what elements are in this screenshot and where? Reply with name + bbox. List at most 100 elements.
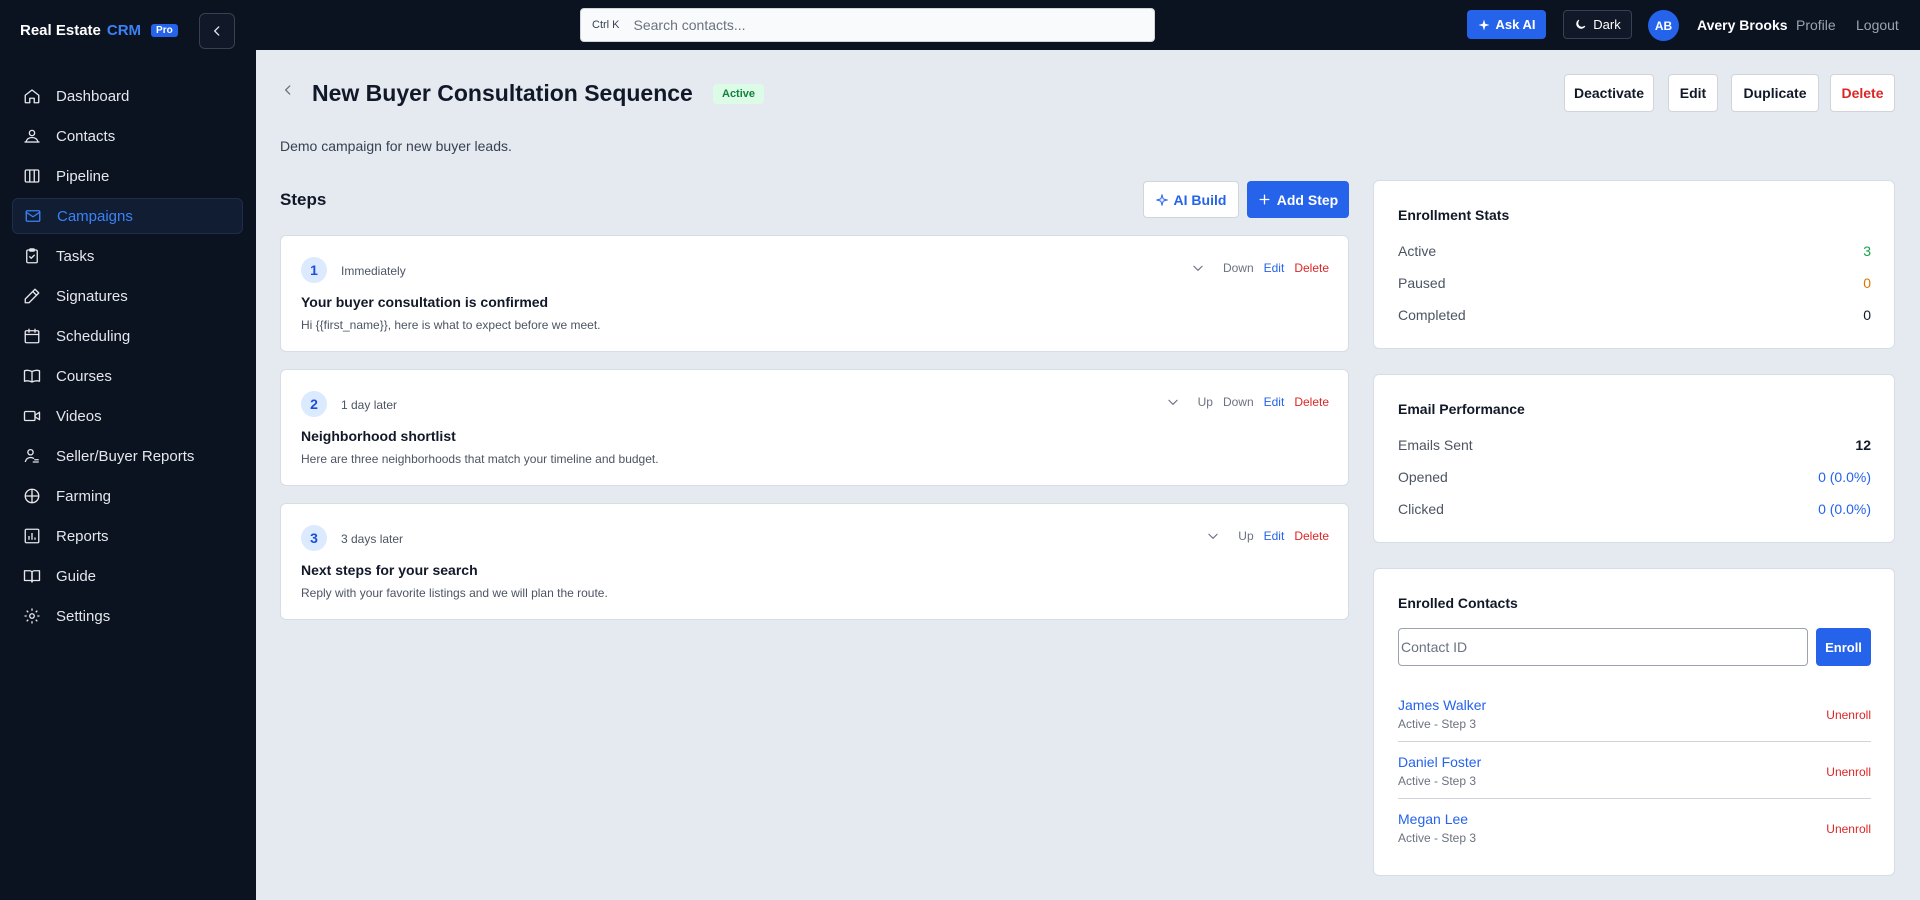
delete-step-button[interactable]: Delete <box>1294 529 1329 543</box>
stat-label: Paused <box>1398 275 1446 291</box>
sidebar-item-videos[interactable]: Videos <box>12 398 243 434</box>
enrollment-stats-title: Enrollment Stats <box>1398 207 1510 223</box>
sidebar-item-label: Farming <box>56 487 112 505</box>
sidebar-item-signatures[interactable]: Signatures <box>12 278 243 314</box>
delete-step-button[interactable]: Delete <box>1294 261 1329 275</box>
duplicate-button[interactable]: Duplicate <box>1731 74 1819 112</box>
sidebar-item-contacts[interactable]: Contacts <box>12 118 243 154</box>
expand-step-button[interactable] <box>1166 395 1180 409</box>
sidebar-item-campaigns[interactable]: Campaigns <box>12 198 243 234</box>
page-title: New Buyer Consultation Sequence <box>312 80 693 106</box>
list-item: Megan Lee Active - Step 3 Unenroll <box>1398 799 1871 856</box>
sidebar-item-guide[interactable]: Guide <box>12 558 243 594</box>
brand-crm: CRM <box>106 22 142 39</box>
contact-id-input[interactable] <box>1398 628 1808 666</box>
move-up-button[interactable]: Up <box>1238 529 1253 543</box>
campaign-description: Demo campaign for new buyer leads. <box>280 138 512 154</box>
step-card: 2 1 day later Neighborhood shortlist Her… <box>280 369 1349 486</box>
step-actions: Up Edit Delete <box>1206 529 1329 543</box>
add-step-button[interactable]: Add Step <box>1247 181 1349 218</box>
sidebar-item-farming[interactable]: Farming <box>12 478 243 514</box>
edit-button[interactable]: Edit <box>1668 74 1718 112</box>
delete-button[interactable]: Delete <box>1830 74 1895 112</box>
sidebar-item-courses[interactable]: Courses <box>12 358 243 394</box>
step-actions: Up Down Edit Delete <box>1166 395 1329 409</box>
stat-label: Opened <box>1398 469 1448 485</box>
back-button[interactable] <box>281 83 295 102</box>
sidebar-item-label: Dashboard <box>56 87 130 105</box>
move-down-button[interactable]: Down <box>1223 395 1254 409</box>
logout-link[interactable]: Logout <box>1856 17 1899 33</box>
chevron-left-icon <box>285 85 291 95</box>
search-box[interactable]: Ctrl K <box>580 8 1155 42</box>
move-up-button[interactable]: Up <box>1198 395 1213 409</box>
unenroll-button[interactable]: Unenroll <box>1826 765 1871 779</box>
sidebar-item-settings[interactable]: Settings <box>12 598 243 634</box>
bar-chart-icon <box>22 526 42 546</box>
sidebar-item-dashboard[interactable]: Dashboard <box>12 78 243 114</box>
deactivate-button[interactable]: Deactivate <box>1564 74 1654 112</box>
stat-row: Emails Sent 12 <box>1398 437 1871 453</box>
unenroll-button[interactable]: Unenroll <box>1826 822 1871 836</box>
ask-ai-button[interactable]: Ask AI <box>1467 10 1546 39</box>
sidebar-item-label: Guide <box>56 567 97 585</box>
enrollment-stats-card: Enrollment Stats Active 3 Paused 0 Compl… <box>1373 180 1895 349</box>
status-badge: Active <box>713 84 765 104</box>
sidebar-item-pipeline[interactable]: Pipeline <box>12 158 243 194</box>
contact-name-link[interactable]: James Walker <box>1398 697 1486 713</box>
edit-step-button[interactable]: Edit <box>1264 395 1285 409</box>
add-step-label: Add Step <box>1276 191 1339 208</box>
user-name: Avery Brooks <box>1697 17 1788 33</box>
ai-build-button[interactable]: AI Build <box>1143 181 1239 218</box>
delete-step-button[interactable]: Delete <box>1294 395 1329 409</box>
step-actions: Down Edit Delete <box>1191 261 1329 275</box>
unenroll-button[interactable]: Unenroll <box>1826 708 1871 722</box>
step-delay: 1 day later <box>341 398 398 412</box>
sidebar: Real Estate CRM Pro Dashboard Contacts P… <box>0 0 256 900</box>
stat-label: Active <box>1398 243 1437 259</box>
step-preview: Reply with your favorite listings and we… <box>301 586 608 600</box>
contact-name-link[interactable]: Daniel Foster <box>1398 754 1481 770</box>
avatar[interactable]: AB <box>1648 10 1679 41</box>
expand-step-button[interactable] <box>1206 529 1220 543</box>
enrolled-contacts-card: Enrolled Contacts Enroll James Walker Ac… <box>1373 568 1895 876</box>
stat-row: Paused 0 <box>1398 275 1871 291</box>
enroll-button[interactable]: Enroll <box>1816 628 1871 666</box>
chevron-down-icon <box>1167 399 1178 405</box>
step-subject: Neighborhood shortlist <box>301 428 456 444</box>
sidebar-item-reports[interactable]: Reports <box>12 518 243 554</box>
sidebar-item-label: Contacts <box>56 127 116 145</box>
sidebar-item-label: Pipeline <box>56 167 110 185</box>
contact-name-link[interactable]: Megan Lee <box>1398 811 1468 827</box>
pen-icon <box>22 286 42 306</box>
search-shortcut-hint: Ctrl K <box>592 19 620 31</box>
calendar-icon <box>22 326 42 346</box>
search-input[interactable] <box>633 17 1114 33</box>
list-item: James Walker Active - Step 3 Unenroll <box>1398 685 1871 742</box>
move-down-button[interactable]: Down <box>1223 261 1254 275</box>
moon-icon <box>1576 19 1586 29</box>
home-icon <box>22 86 42 106</box>
profile-link[interactable]: Profile <box>1796 17 1836 33</box>
steps-heading: Steps <box>280 190 327 209</box>
step-delay: 3 days later <box>341 532 404 546</box>
stat-value: 3 <box>1863 243 1871 259</box>
sidebar-item-label: Campaigns <box>57 207 133 225</box>
pro-badge: Pro <box>151 24 178 37</box>
brand-logo[interactable]: Real Estate CRM Pro <box>20 22 178 39</box>
dark-mode-toggle[interactable]: Dark <box>1563 10 1632 39</box>
stat-row: Clicked 0 (0.0%) <box>1398 501 1871 517</box>
expand-step-button[interactable] <box>1191 261 1205 275</box>
step-number: 1 <box>301 257 327 283</box>
stat-value: 12 <box>1855 437 1871 453</box>
sidebar-item-seller-buyer-reports[interactable]: Seller/Buyer Reports <box>12 438 243 474</box>
edit-step-button[interactable]: Edit <box>1264 261 1285 275</box>
edit-step-button[interactable]: Edit <box>1264 529 1285 543</box>
collapse-sidebar-button[interactable] <box>199 13 235 49</box>
list-item: Daniel Foster Active - Step 3 Unenroll <box>1398 742 1871 799</box>
sidebar-nav: Dashboard Contacts Pipeline Campaigns Ta… <box>12 78 243 638</box>
step-subject: Your buyer consultation is confirmed <box>301 294 549 310</box>
sidebar-item-tasks[interactable]: Tasks <box>12 238 243 274</box>
sparkle-icon <box>1478 19 1489 30</box>
sidebar-item-scheduling[interactable]: Scheduling <box>12 318 243 354</box>
